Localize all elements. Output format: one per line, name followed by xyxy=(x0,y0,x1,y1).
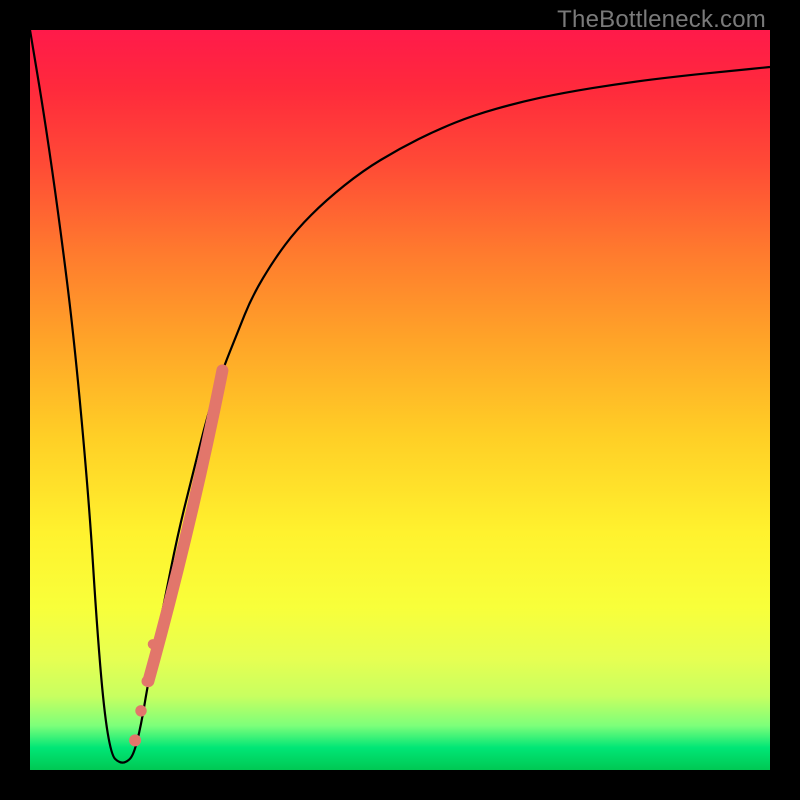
chart-frame: TheBottleneck.com xyxy=(0,0,800,800)
highlight-dot xyxy=(135,705,146,716)
highlight-dot xyxy=(148,639,158,649)
bottleneck-curve xyxy=(30,30,770,763)
highlight-dot xyxy=(142,676,153,687)
highlight-segment xyxy=(148,370,222,681)
chart-overlay xyxy=(30,30,770,770)
highlight-dot xyxy=(129,734,141,746)
